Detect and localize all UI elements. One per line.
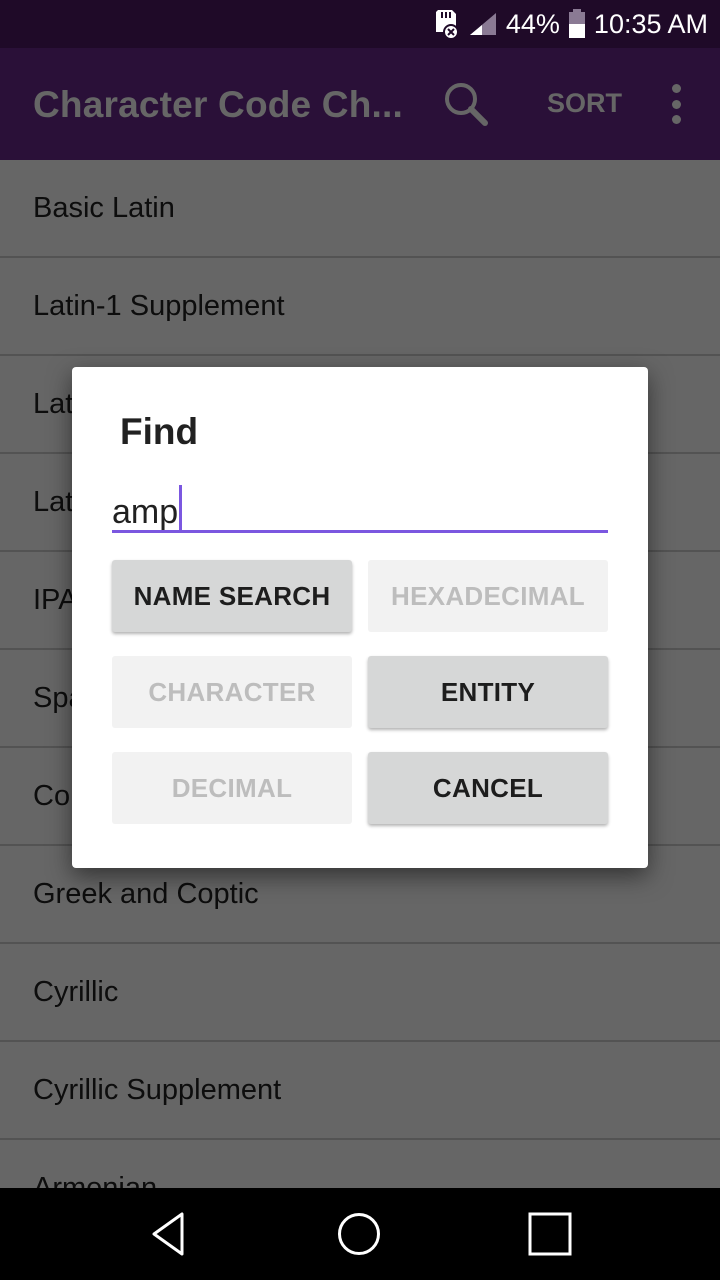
find-input-value: amp [112, 493, 179, 531]
battery-percent: 44% [505, 8, 560, 39]
find-dialog: Find amp NAME SEARCH HEXADECIMAL CHARACT… [72, 367, 648, 868]
cancel-button[interactable]: CANCEL [368, 752, 608, 824]
navigation-bar [0, 1188, 720, 1280]
back-icon [152, 1212, 184, 1256]
find-input[interactable]: amp [112, 475, 608, 533]
decimal-button[interactable]: DECIMAL [112, 752, 352, 824]
status-bar: 44% 10:35 AM [0, 0, 720, 48]
character-button[interactable]: CHARACTER [112, 656, 352, 728]
text-caret [179, 485, 183, 533]
home-button[interactable] [329, 1208, 389, 1260]
signal-icon [468, 0, 498, 48]
dialog-title: Find [120, 411, 199, 452]
recents-icon [528, 1212, 572, 1256]
hexadecimal-button[interactable]: HEXADECIMAL [368, 560, 608, 632]
name-search-button[interactable]: NAME SEARCH [112, 560, 352, 632]
home-icon [338, 1213, 380, 1255]
sd-card-error-icon [432, 0, 460, 48]
battery-icon [568, 0, 586, 48]
recents-button[interactable] [520, 1208, 580, 1260]
entity-button[interactable]: ENTITY [368, 656, 608, 728]
clock: 10:35 AM [593, 8, 708, 39]
back-button[interactable] [140, 1208, 200, 1260]
